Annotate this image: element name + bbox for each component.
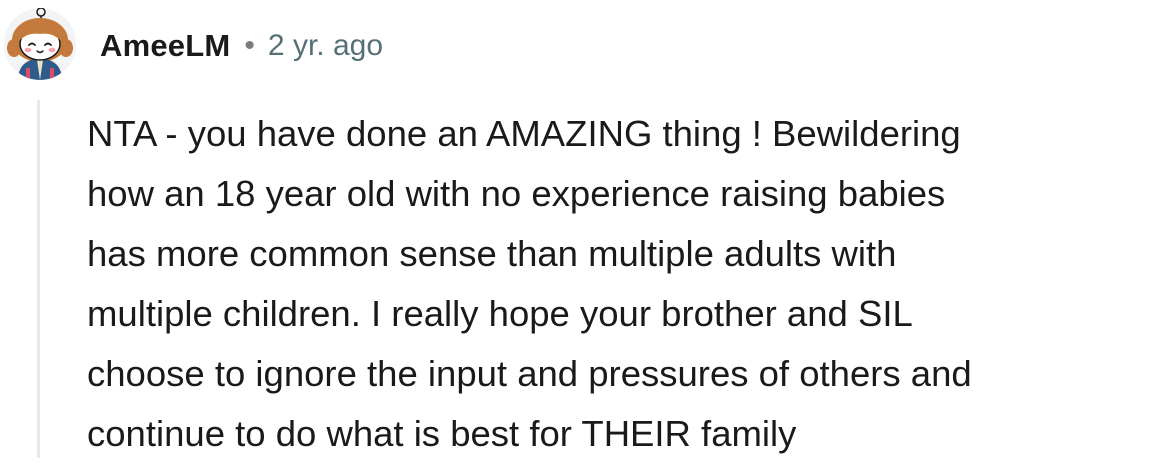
comment-body-line: choose to ignore the input and pressures…: [87, 353, 972, 394]
comment-timestamp[interactable]: 2 yr. ago: [268, 29, 383, 63]
comment-body-line: NTA - you have done an AMAZING thing ! B…: [87, 113, 961, 154]
comment-body-line: how an 18 year old with no experience ra…: [87, 173, 946, 214]
comment-body-line: has more common sense than multiple adul…: [87, 233, 897, 274]
comment: AmeeLM • 2 yr. ago NTA - you have done a…: [0, 0, 1163, 458]
author-username[interactable]: AmeeLM: [100, 28, 230, 64]
thread-line[interactable]: [37, 100, 40, 458]
comment-body-line: multiple children. I really hope your br…: [87, 293, 913, 334]
meta-separator: •: [244, 29, 255, 62]
user-avatar[interactable]: [4, 8, 76, 80]
comment-header: AmeeLM • 2 yr. ago: [100, 26, 383, 66]
snoo-avatar-icon: [7, 8, 73, 80]
comment-body: NTA - you have done an AMAZING thing ! B…: [87, 104, 1157, 464]
comment-body-line: continue to do what is best for THEIR fa…: [87, 413, 797, 454]
